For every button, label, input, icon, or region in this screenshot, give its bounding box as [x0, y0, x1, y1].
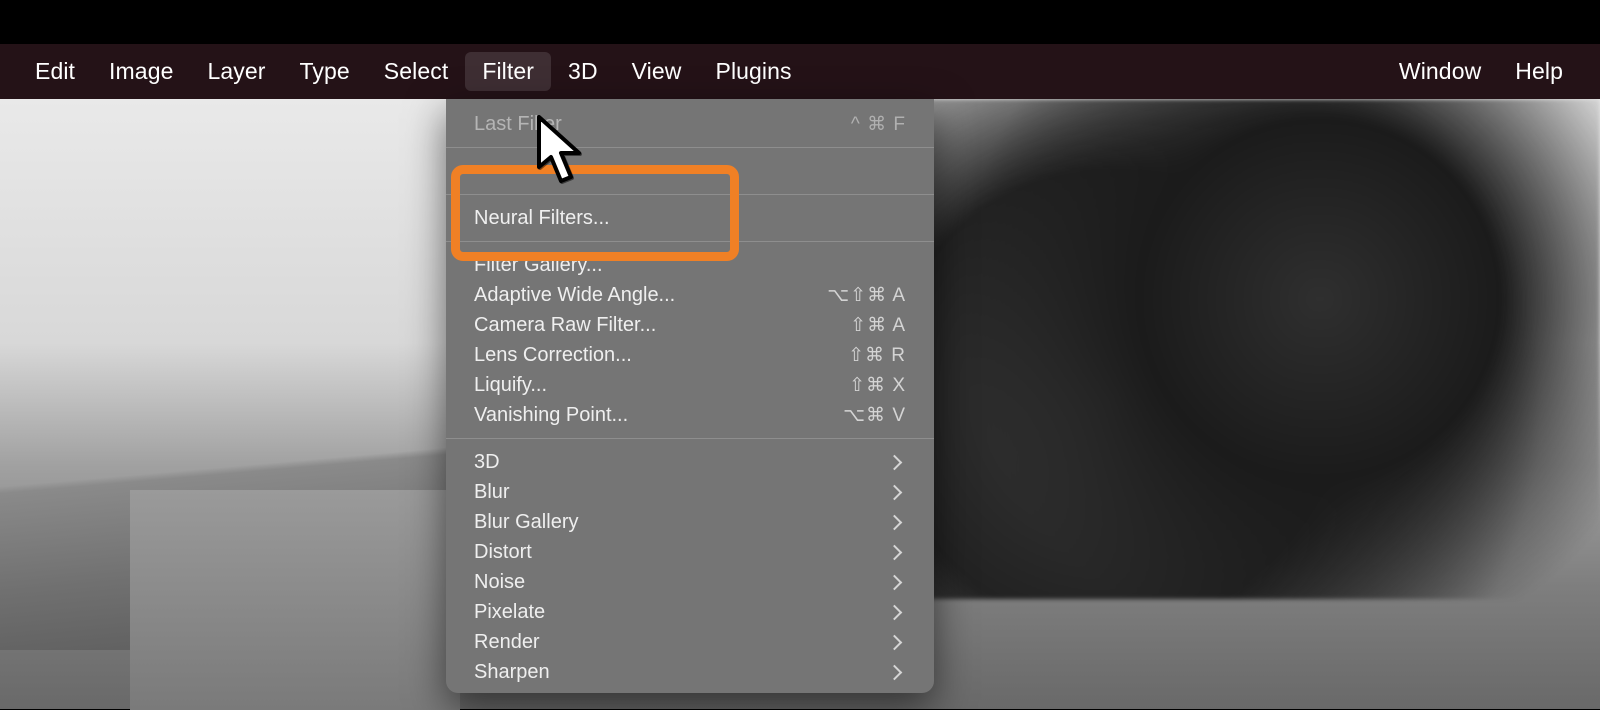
menu-image[interactable]: Image [92, 52, 190, 91]
menu-item-last-filter: Last Filter ^ ⌘ F [446, 109, 934, 139]
menu-item-camera-raw-filter[interactable]: Camera Raw Filter... ⇧⌘ A [446, 310, 934, 340]
menu-item-shortcut: ^ ⌘ F [851, 113, 906, 136]
menu-item-label: Render [474, 631, 540, 654]
menu-item-shortcut: ⇧⌘ A [850, 314, 906, 337]
menu-separator [446, 194, 934, 195]
menu-item-shortcut: ⇧⌘ X [849, 374, 906, 397]
menu-item-label: Noise [474, 571, 525, 594]
menu-item-adaptive-wide-angle[interactable]: Adaptive Wide Angle... ⌥⇧⌘ A [446, 280, 934, 310]
app-menubar: Edit Image Layer Type Select Filter 3D V… [0, 44, 1600, 99]
menu-item-lens-correction[interactable]: Lens Correction... ⇧⌘ R [446, 340, 934, 370]
menu-item-label: Last Filter [474, 113, 562, 136]
menu-3d[interactable]: 3D [551, 52, 615, 91]
chevron-right-icon [887, 574, 903, 590]
menu-item-3d[interactable]: 3D [446, 447, 934, 477]
menu-item-label: Lens Correction... [474, 344, 632, 367]
menu-layer[interactable]: Layer [190, 52, 282, 91]
menu-view[interactable]: View [615, 52, 699, 91]
canvas-bg-foliage [900, 99, 1600, 599]
chevron-right-icon [887, 514, 903, 530]
menu-item-label: Liquify... [474, 374, 547, 397]
menu-separator [446, 147, 934, 148]
menu-item-shortcut: ⌥⌘ V [843, 404, 906, 427]
menu-item-distort[interactable]: Distort [446, 537, 934, 567]
menu-item-noise[interactable]: Noise [446, 567, 934, 597]
canvas-bg-building [130, 490, 460, 710]
chevron-right-icon [887, 604, 903, 620]
menu-item-sharpen[interactable]: Sharpen [446, 657, 934, 687]
menu-item-shortcut: ⇧⌘ R [848, 344, 906, 367]
menu-item-label: Sharpen [474, 661, 550, 684]
window-titlebar-blackband [0, 0, 1600, 44]
chevron-right-icon [887, 544, 903, 560]
menu-item-neural-filters[interactable]: Neural Filters... [446, 203, 934, 233]
menu-item-pixelate[interactable]: Pixelate [446, 597, 934, 627]
menu-help[interactable]: Help [1498, 52, 1580, 91]
menu-item-label: Blur [474, 481, 510, 504]
menu-item-label: Neural Filters... [474, 207, 610, 230]
menu-item-label: Filter Gallery... [474, 254, 603, 277]
menu-select[interactable]: Select [367, 52, 466, 91]
menu-item-label: Distort [474, 541, 532, 564]
menu-plugins[interactable]: Plugins [699, 52, 809, 91]
filter-dropdown-menu: Last Filter ^ ⌘ F Neural Filters... Filt… [446, 99, 934, 693]
menu-item-label: Camera Raw Filter... [474, 314, 656, 337]
menu-item-vanishing-point[interactable]: Vanishing Point... ⌥⌘ V [446, 400, 934, 430]
chevron-right-icon [887, 664, 903, 680]
menu-item-label: Vanishing Point... [474, 404, 628, 427]
menu-window[interactable]: Window [1382, 52, 1498, 91]
menu-edit[interactable]: Edit [18, 52, 92, 91]
chevron-right-icon [887, 454, 903, 470]
menu-type[interactable]: Type [283, 52, 367, 91]
menu-item-blur-gallery[interactable]: Blur Gallery [446, 507, 934, 537]
menu-item-liquify[interactable]: Liquify... ⇧⌘ X [446, 370, 934, 400]
menu-separator [446, 241, 934, 242]
menu-item-render[interactable]: Render [446, 627, 934, 657]
menu-separator [446, 438, 934, 439]
menu-item-label: 3D [474, 451, 500, 474]
chevron-right-icon [887, 484, 903, 500]
menu-item-label: Adaptive Wide Angle... [474, 284, 675, 307]
menu-item-blur[interactable]: Blur [446, 477, 934, 507]
menu-filter[interactable]: Filter [465, 52, 551, 91]
menu-item-filter-gallery[interactable]: Filter Gallery... [446, 250, 934, 280]
menu-item-shortcut: ⌥⇧⌘ A [827, 284, 906, 307]
chevron-right-icon [887, 634, 903, 650]
menu-item-label: Pixelate [474, 601, 545, 624]
menu-item-label: Blur Gallery [474, 511, 578, 534]
